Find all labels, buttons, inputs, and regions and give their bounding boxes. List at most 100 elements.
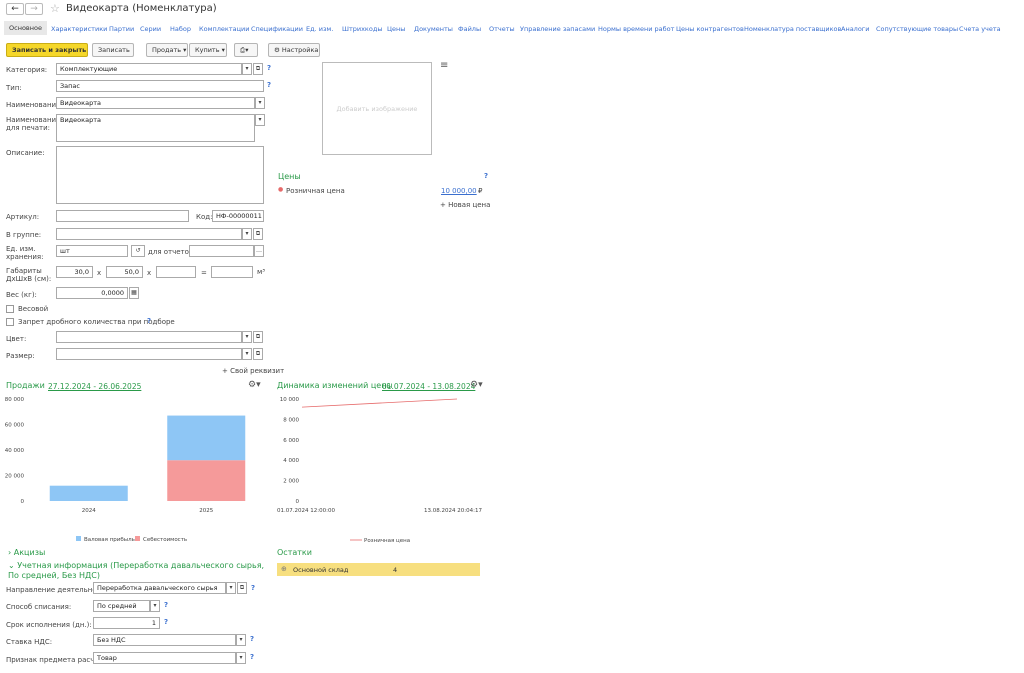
reports-unit-select[interactable]: … [254,245,264,257]
activity-dropdown[interactable]: ▾ [226,582,236,594]
tab-6[interactable]: Спецификации [251,25,303,33]
tab-0[interactable]: Основное [4,21,47,35]
fraction-checkbox[interactable] [6,318,14,326]
print-name-field[interactable]: Видеокарта [56,114,255,142]
save-close-button[interactable]: Записать и закрыть [6,43,88,57]
category-dropdown[interactable]: ▾ [242,63,252,75]
length-field[interactable]: 30,0 [56,266,93,278]
tab-19[interactable]: Счета учета [959,25,1001,33]
sales-xtick-0: 2024 [82,508,96,514]
price-chart: 0 2 000 4 000 6 000 8 000 10 000 01.07.2024 12… [277,397,482,544]
writeoff-help-icon[interactable]: ? [164,601,168,609]
price-period-link[interactable]: 01.07.2024 - 13.08.2024 [382,382,475,391]
tab-17[interactable]: Аналоги [841,25,869,33]
unit-field[interactable]: шт [56,245,128,257]
calculator-icon[interactable]: ▦ [129,287,139,299]
vat-help-icon[interactable]: ? [250,635,254,643]
writeoff-dropdown[interactable]: ▾ [150,600,160,612]
sales-period-link[interactable]: 27.12.2024 - 26.06.2025 [48,382,141,391]
save-button[interactable]: Записать [92,43,134,57]
tab-1[interactable]: Характеристики [51,25,107,33]
group-dropdown[interactable]: ▾ [242,228,252,240]
forward-button[interactable]: → [25,3,43,15]
unit-history-icon[interactable]: ↺ [131,245,145,257]
article-field[interactable] [56,210,189,222]
activity-help-icon[interactable]: ? [251,584,255,592]
width-field[interactable]: 50,0 [106,266,143,278]
print-name-label: Наименование для печати: [6,116,61,132]
category-open-icon[interactable]: ⧉ [253,63,263,75]
writeoff-field[interactable]: По средней [93,600,150,612]
name-dropdown[interactable]: ▾ [255,97,265,109]
tab-8[interactable]: Штрихкоды [342,25,382,33]
tab-10[interactable]: Документы [414,25,453,33]
image-menu-icon[interactable]: ≡ [440,60,448,71]
tab-15[interactable]: Цены контрагентов [676,25,744,33]
tab-5[interactable]: Комплектации [199,25,249,33]
size-dropdown[interactable]: ▾ [242,348,252,360]
excise-section[interactable]: › Акцизы [8,548,45,557]
fraction-help-icon[interactable]: ? [147,317,151,325]
buy-button[interactable]: Купить ▾ [189,43,227,57]
size-open-icon[interactable]: ⧉ [253,348,263,360]
sign-dropdown[interactable]: ▾ [236,652,246,664]
vat-dropdown[interactable]: ▾ [236,634,246,646]
activity-field[interactable]: Переработка давальческого сырья [93,582,226,594]
tab-18[interactable]: Сопутствующие товары [876,25,958,33]
stock-warehouse: Основной склад [293,566,349,574]
height-field[interactable] [156,266,196,278]
term-help-icon[interactable]: ? [164,618,168,626]
description-field[interactable] [56,146,264,204]
sign-field[interactable]: Товар [93,652,236,664]
vat-label: Ставка НДС: [6,638,53,646]
group-open-icon[interactable]: ⧉ [253,228,263,240]
tab-2[interactable]: Партии [109,25,134,33]
price-item-value[interactable]: 10 000,00 [441,187,477,195]
price-ytick-1: 2 000 [283,479,299,485]
group-field[interactable] [56,228,242,240]
vat-field[interactable]: Без НДС [93,634,236,646]
sign-help-icon[interactable]: ? [250,653,254,661]
print-name-dropdown[interactable]: ▾ [255,114,265,126]
tab-13[interactable]: Управление запасами [520,25,595,33]
sell-button[interactable]: Продать ▾ [146,43,188,57]
tab-9[interactable]: Цены [387,25,405,33]
type-field[interactable]: Запас [56,80,264,92]
volume-field[interactable] [211,266,253,278]
name-field[interactable]: Видеокарта [56,97,255,109]
category-field[interactable]: Комплектующие [56,63,242,75]
accounting-section[interactable]: ⌄ Учетная информация (Переработка даваль… [8,561,270,581]
expand-icon[interactable]: ⊕ [281,565,287,573]
term-field[interactable]: 1 [93,617,160,629]
stock-row[interactable]: ⊕ Основной склад 4 [277,563,480,576]
reports-unit-field[interactable] [189,245,254,257]
tab-3[interactable]: Серии [140,25,161,33]
favorite-star-icon[interactable]: ☆ [50,2,60,15]
weight-field[interactable]: 0,0000 [56,287,128,299]
category-help-icon[interactable]: ? [267,64,271,72]
size-field[interactable] [56,348,242,360]
tab-14[interactable]: Нормы времени работ [598,25,674,33]
activity-open-icon[interactable]: ⧉ [237,582,247,594]
weighted-checkbox[interactable] [6,305,14,313]
color-open-icon[interactable]: ⧉ [253,331,263,343]
tab-12[interactable]: Отчеты [489,25,515,33]
back-button[interactable]: ← [6,3,24,15]
price-chart-settings-icon[interactable]: ⚙▾ [470,380,483,390]
print-button[interactable]: ⎙▾ [234,43,258,57]
settings-button[interactable]: ⚙ Настройка [268,43,320,57]
own-attribute-link[interactable]: + Свой реквизит [222,367,284,375]
image-placeholder[interactable]: Добавить изображение [322,62,432,155]
tab-16[interactable]: Номенклатура поставщиков [744,25,841,33]
code-field[interactable]: НФ-00000011 [212,210,264,222]
tab-11[interactable]: Файлы [458,25,481,33]
type-help-icon[interactable]: ? [267,81,271,89]
color-dropdown[interactable]: ▾ [242,331,252,343]
price-xtick-0: 01.07.2024 12:00:00 [277,508,335,514]
prices-help-icon[interactable]: ? [484,172,488,180]
sales-chart-settings-icon[interactable]: ⚙▾ [248,380,261,390]
color-field[interactable] [56,331,242,343]
tab-4[interactable]: Набор [170,25,191,33]
tab-7[interactable]: Ед. изм. [306,25,333,33]
new-price-link[interactable]: + Новая цена [440,201,490,209]
